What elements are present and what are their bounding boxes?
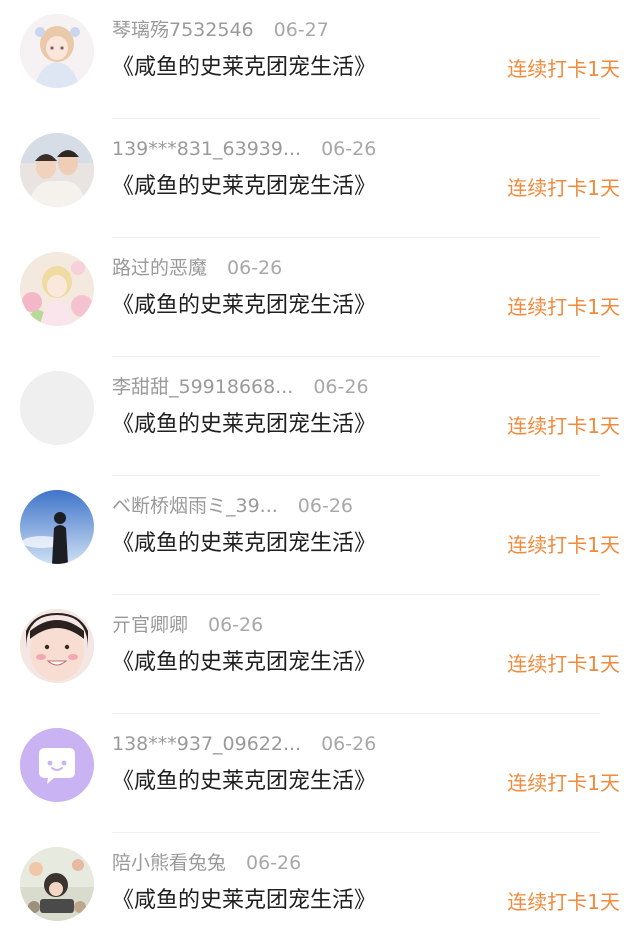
- entry-meta: 陪小熊看兔兔 06-26: [112, 849, 301, 877]
- entry-meta: ベ断桥烟雨ミ_39... 06-26: [112, 492, 353, 520]
- streak-label: 连续打卡1天: [507, 295, 620, 319]
- smiling-face-avatar-icon: [20, 609, 94, 683]
- streak-label: 连续打卡1天: [507, 533, 620, 557]
- avatar[interactable]: [20, 371, 94, 445]
- book-title[interactable]: 《咸鱼的史莱克团宠生活》: [112, 647, 376, 679]
- list-item[interactable]: 路过的恶魔 06-26 《咸鱼的史莱克团宠生活》 连续打卡1天: [0, 238, 640, 357]
- checkin-date: 06-26: [246, 852, 302, 874]
- entry-meta: 路过的恶魔 06-26: [112, 254, 282, 282]
- list-item[interactable]: 琴璃殇7532546 06-27 《咸鱼的史莱克团宠生活》 连续打卡1天: [0, 0, 640, 119]
- book-title[interactable]: 《咸鱼的史莱克团宠生活》: [112, 766, 376, 798]
- checkin-date: 06-26: [321, 138, 377, 160]
- book-title[interactable]: 《咸鱼的史莱克团宠生活》: [112, 885, 376, 917]
- username[interactable]: 陪小熊看兔兔: [112, 852, 226, 874]
- list-item[interactable]: 陪小熊看兔兔 06-26 《咸鱼的史莱克团宠生活》 连续打卡1天: [0, 833, 640, 952]
- streak-label: 连续打卡1天: [507, 890, 620, 914]
- default-gray-avatar-icon: [20, 371, 94, 445]
- avatar[interactable]: [20, 728, 94, 802]
- book-title[interactable]: 《咸鱼的史莱克团宠生活》: [112, 409, 376, 441]
- book-title[interactable]: 《咸鱼的史莱克团宠生活》: [112, 171, 376, 203]
- username[interactable]: ベ断桥烟雨ミ_39...: [112, 495, 278, 517]
- book-title[interactable]: 《咸鱼的史莱克团宠生活》: [112, 290, 376, 322]
- username[interactable]: 李甜甜_59918668...: [112, 376, 293, 398]
- sky-silhouette-avatar-icon: [20, 490, 94, 564]
- streak-label: 连续打卡1天: [507, 652, 620, 676]
- book-title[interactable]: 《咸鱼的史莱克团宠生活》: [112, 52, 376, 84]
- entry-meta: 138***937_09622... 06-26: [112, 730, 376, 758]
- checkin-date: 06-26: [227, 257, 283, 279]
- list-item[interactable]: 李甜甜_59918668... 06-26 《咸鱼的史莱克团宠生活》 连续打卡1天: [0, 357, 640, 476]
- streak-label: 连续打卡1天: [507, 57, 620, 81]
- avatar[interactable]: [20, 133, 94, 207]
- avatar[interactable]: [20, 14, 94, 88]
- anime-girl-avatar-icon: [20, 14, 94, 88]
- avatar[interactable]: [20, 252, 94, 326]
- checkin-date: 06-26: [321, 733, 377, 755]
- streak-label: 连续打卡1天: [507, 176, 620, 200]
- entry-meta: 琴璃殇7532546 06-27: [112, 16, 329, 44]
- username[interactable]: 139***831_63939...: [112, 138, 301, 160]
- streak-label: 连续打卡1天: [507, 414, 620, 438]
- purple-chat-avatar-icon: [20, 728, 94, 802]
- avatar[interactable]: [20, 847, 94, 921]
- username[interactable]: 亓官卿卿: [112, 614, 188, 636]
- couple-photo-avatar-icon: [20, 133, 94, 207]
- entry-meta: 李甜甜_59918668... 06-26: [112, 373, 369, 401]
- list-item[interactable]: 亓官卿卿 06-26 《咸鱼的史莱克团宠生活》 连续打卡1天: [0, 595, 640, 714]
- cartoon-scene-avatar-icon: [20, 847, 94, 921]
- username[interactable]: 琴璃殇7532546: [112, 19, 254, 41]
- entry-meta: 139***831_63939... 06-26: [112, 135, 376, 163]
- avatar[interactable]: [20, 609, 94, 683]
- entry-meta: 亓官卿卿 06-26: [112, 611, 263, 639]
- username[interactable]: 138***937_09622...: [112, 733, 301, 755]
- checkin-date: 06-26: [297, 495, 354, 517]
- list-item[interactable]: 138***937_09622... 06-26 《咸鱼的史莱克团宠生活》 连续打…: [0, 714, 640, 833]
- checkin-date: 06-26: [208, 614, 264, 636]
- username[interactable]: 路过的恶魔: [112, 257, 207, 279]
- checkin-date: 06-27: [273, 19, 329, 41]
- streak-label: 连续打卡1天: [507, 771, 620, 795]
- list-item[interactable]: 139***831_63939... 06-26 《咸鱼的史莱克团宠生活》 连续打…: [0, 119, 640, 238]
- checkin-date: 06-26: [313, 376, 369, 398]
- book-title[interactable]: 《咸鱼的史莱克团宠生活》: [112, 528, 376, 560]
- checkin-list: 琴璃殇7532546 06-27 《咸鱼的史莱克团宠生活》 连续打卡1天 139*…: [0, 0, 640, 946]
- list-item[interactable]: ベ断桥烟雨ミ_39... 06-26 《咸鱼的史莱克团宠生活》 连续打卡1天: [0, 476, 640, 595]
- avatar[interactable]: [20, 490, 94, 564]
- floral-anime-avatar-icon: [20, 252, 94, 326]
